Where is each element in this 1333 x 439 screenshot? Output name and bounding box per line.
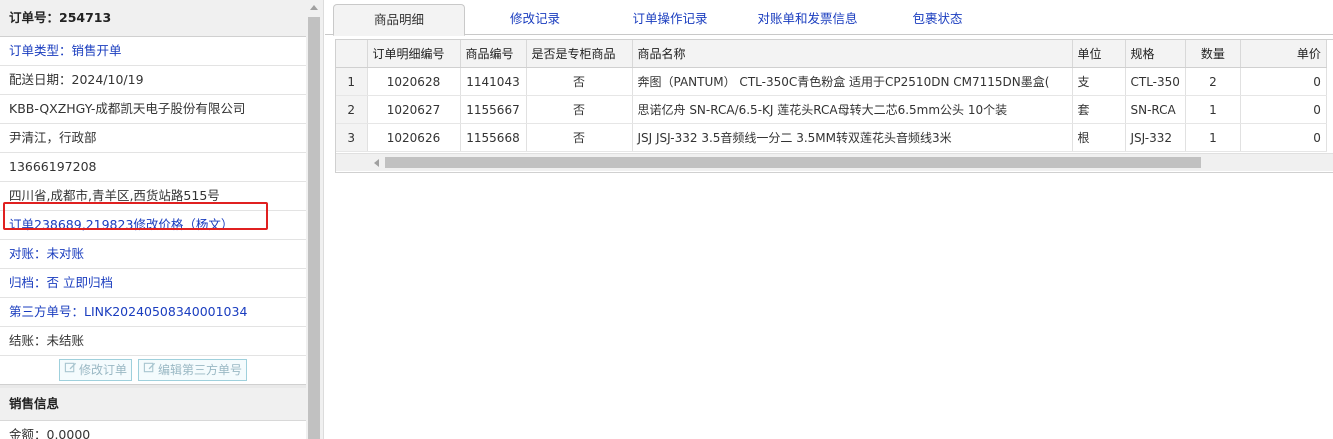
detail-id-cell: 1020628 xyxy=(367,67,461,96)
order-type-value: 销售开单 xyxy=(71,43,122,58)
customer-company-row: KBB-QXZHGY-成都凯天电子股份有限公司 xyxy=(0,95,306,124)
column-header[interactable]: 单价 xyxy=(1240,40,1327,68)
edit-order-button[interactable]: 修改订单 xyxy=(58,359,132,381)
row-number: 3 xyxy=(336,123,368,152)
table-row[interactable]: 3 1020626 1155668 否 JSJ JSJ-332 3.5音频线一分… xyxy=(336,123,1327,152)
product-grid: 订单明细编号 商品编号 是否是专柜商品 商品名称 单位 规格 数量 单价 1 1… xyxy=(335,39,1333,173)
tab-bar: 商品明细 修改记录 订单操作记录 对账单和发票信息 包裹状态 xyxy=(325,0,1333,36)
price-cell: 0 xyxy=(1240,123,1327,152)
archive-row: 归档：否 立即归档 xyxy=(0,269,306,298)
order-type-row: 订单类型：销售开单 xyxy=(0,37,306,66)
price-cell: 0 xyxy=(1240,95,1327,124)
table-row[interactable]: 1 1020628 1141043 否 奔图（PANTUM） CTL-350C青… xyxy=(336,67,1327,96)
table-header-row: 订单明细编号 商品编号 是否是专柜商品 商品名称 单位 规格 数量 单价 xyxy=(336,40,1327,68)
spec-cell: JSJ-332 xyxy=(1125,123,1186,152)
counter-cell: 否 xyxy=(526,95,633,124)
reconcile-row: 对账：未对账 xyxy=(0,240,306,269)
order-type-label: 订单类型： xyxy=(9,43,72,58)
product-name-link[interactable]: JSJ JSJ-332 3.5音频线一分二 3.5MM转双莲花头音频线3米 xyxy=(632,123,1073,152)
order-info-panel: 订单号：254713 订单类型：销售开单 配送日期：2024/10/19 KBB… xyxy=(0,0,307,439)
third-party-row: 第三方单号：LINK20240508340001034 xyxy=(0,298,306,327)
column-header[interactable]: 规格 xyxy=(1125,40,1186,68)
product-id-link[interactable]: 1155668 xyxy=(460,123,527,152)
quantity-cell: 1 xyxy=(1185,123,1241,152)
column-header[interactable]: 商品编号 xyxy=(460,40,527,68)
tab-package-status[interactable]: 包裹状态 xyxy=(885,4,990,33)
detail-id-cell: 1020626 xyxy=(367,123,461,152)
spec-cell: CTL-350 xyxy=(1125,67,1186,96)
horizontal-scrollbar-thumb[interactable] xyxy=(385,157,1201,168)
third-party-value: LINK20240508340001034 xyxy=(84,304,248,319)
product-name-link[interactable]: 奔图（PANTUM） CTL-350C青色粉盒 适用于CP2510DN CM71… xyxy=(632,67,1073,96)
row-number: 2 xyxy=(336,95,368,124)
column-header[interactable]: 订单明细编号 xyxy=(367,40,461,68)
column-header[interactable]: 数量 xyxy=(1185,40,1241,68)
unit-cell: 套 xyxy=(1072,95,1126,124)
highlight-box xyxy=(3,202,268,230)
archive-label: 归档： xyxy=(9,275,47,290)
product-table: 订单明细编号 商品编号 是否是专柜商品 商品名称 单位 规格 数量 单价 1 1… xyxy=(336,40,1327,152)
order-number-title: 订单号：254713 xyxy=(0,0,306,37)
unit-cell: 支 xyxy=(1072,67,1126,96)
reconcile-value: 未对账 xyxy=(46,246,85,261)
phone-row: 13666197208 xyxy=(0,153,306,182)
edit-order-label: 修改订单 xyxy=(78,363,127,377)
product-id-link[interactable]: 1141043 xyxy=(460,67,527,96)
scroll-up-icon[interactable] xyxy=(310,5,318,10)
row-number: 1 xyxy=(336,67,368,96)
counter-cell: 否 xyxy=(526,67,633,96)
third-party-label: 第三方单号： xyxy=(9,304,85,319)
quantity-cell: 2 xyxy=(1185,67,1241,96)
contact-person-row: 尹清江，行政部 xyxy=(0,124,306,153)
unit-cell: 根 xyxy=(1072,123,1126,152)
reconcile-label: 对账： xyxy=(9,246,47,261)
tab-product-details[interactable]: 商品明细 xyxy=(333,4,465,36)
scroll-left-icon[interactable] xyxy=(374,159,379,167)
detail-area: 商品明细 修改记录 订单操作记录 对账单和发票信息 包裹状态 订单明细编号 商品… xyxy=(325,0,1333,439)
column-header[interactable]: 单位 xyxy=(1072,40,1126,68)
tab-statement-invoice[interactable]: 对账单和发票信息 xyxy=(740,4,875,33)
tab-operation-records[interactable]: 订单操作记录 xyxy=(605,4,735,33)
product-id-link[interactable]: 1155667 xyxy=(460,95,527,124)
column-header[interactable]: 是否是专柜商品 xyxy=(526,40,633,68)
tab-modify-records[interactable]: 修改记录 xyxy=(475,4,595,33)
row-number-header xyxy=(336,40,368,68)
counter-cell: 否 xyxy=(526,123,633,152)
column-header[interactable]: 商品名称 xyxy=(632,40,1073,68)
sales-info-title: 销售信息 xyxy=(0,388,306,421)
edit-third-party-button[interactable]: 编辑第三方单号 xyxy=(138,359,248,381)
scrollbar-thumb[interactable] xyxy=(308,17,320,439)
grid-horizontal-scrollbar[interactable] xyxy=(336,153,1333,171)
detail-id-cell: 1020627 xyxy=(367,95,461,124)
edit-third-party-label: 编辑第三方单号 xyxy=(158,363,243,377)
left-panel-scrollbar[interactable] xyxy=(306,0,324,439)
action-buttons: 修改订单 编辑第三方单号 xyxy=(0,356,306,385)
archive-link[interactable]: 否 立即归档 xyxy=(47,275,113,290)
amount-row: 金额：0.0000 xyxy=(0,421,306,439)
edit-icon xyxy=(64,360,77,380)
product-name-link[interactable]: 思诺亿舟 SN-RCA/6.5-KJ 莲花头RCA母转大二芯6.5mm公头 10… xyxy=(632,95,1073,124)
quantity-cell: 1 xyxy=(1185,95,1241,124)
edit-icon xyxy=(143,360,156,380)
settlement-row: 结账：未结账 xyxy=(0,327,306,356)
table-row[interactable]: 2 1020627 1155667 否 思诺亿舟 SN-RCA/6.5-KJ 莲… xyxy=(336,95,1327,124)
spec-cell: SN-RCA xyxy=(1125,95,1186,124)
price-cell: 0 xyxy=(1240,67,1327,96)
delivery-date-row: 配送日期：2024/10/19 xyxy=(0,66,306,95)
